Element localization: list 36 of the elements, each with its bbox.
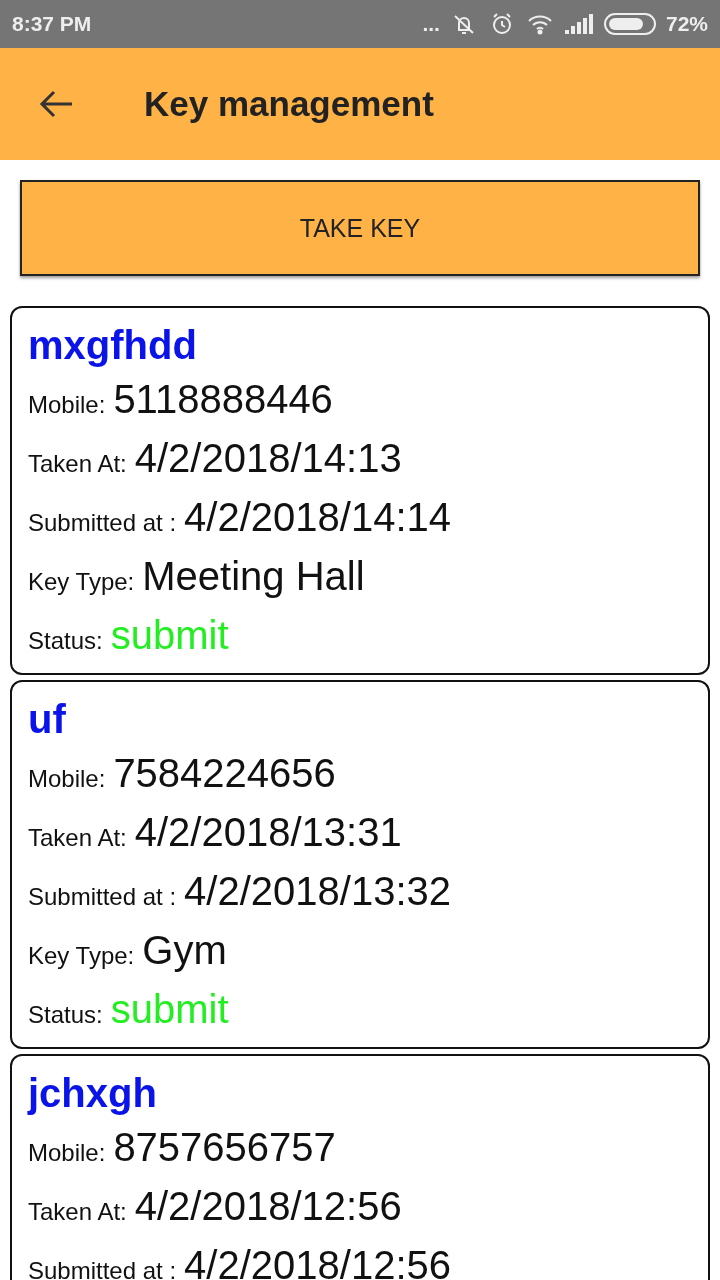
app-bar-title: Key management: [144, 84, 434, 124]
battery-icon: [603, 13, 656, 35]
field-value: 4/2/2018/13:32: [184, 868, 451, 915]
field-value: 4/2/2018/14:13: [134, 435, 402, 482]
field-value: 7584224656: [113, 750, 336, 797]
field-value: 4/2/2018/13:31: [134, 809, 402, 856]
field-label: Taken At:: [28, 449, 127, 479]
field-label: Taken At:: [28, 1197, 127, 1227]
field-label: Mobile:: [28, 390, 106, 420]
field-value: 4/2/2018/12:56: [134, 1183, 402, 1230]
field-value: submit: [110, 612, 229, 659]
field-value: Meeting Hall: [142, 553, 365, 600]
record-name: uf: [28, 696, 67, 743]
field-value: 5118888446: [113, 376, 333, 423]
field-label: Submitted at :: [28, 1256, 177, 1280]
field-label: Mobile:: [28, 1138, 106, 1168]
record-name: mxgfhdd: [28, 322, 198, 369]
take-key-button[interactable]: TAKE KEY: [20, 180, 700, 276]
record-name: jchxgh: [28, 1070, 158, 1117]
field-label: Key Type:: [28, 567, 135, 597]
field-value: submit: [110, 986, 229, 1033]
field-value: 4/2/2018/14:14: [184, 494, 451, 541]
field-value: Gym: [142, 927, 227, 974]
field-label: Status:: [28, 1000, 103, 1030]
field-label: Status:: [28, 626, 103, 656]
status-time: 8:37 PM: [12, 12, 92, 36]
field-label: Key Type:: [28, 941, 135, 971]
field-label: Taken At:: [28, 823, 127, 853]
field-value: 4/2/2018/12:56: [184, 1242, 451, 1280]
battery-percent: 72%: [665, 12, 708, 36]
field-label: Mobile:: [28, 764, 106, 794]
field-label: Submitted at :: [28, 508, 177, 538]
field-value: 8757656757: [113, 1124, 336, 1171]
field-label: Submitted at :: [28, 882, 177, 912]
signal-icon: [563, 13, 594, 35]
overflow-dots: ...: [422, 12, 440, 36]
